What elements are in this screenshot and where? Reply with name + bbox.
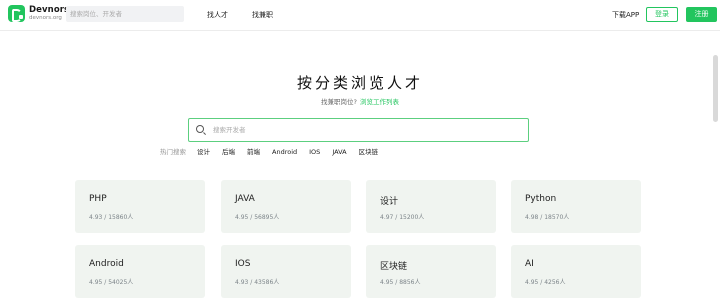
hot-tag-ios[interactable]: IOS [309,147,320,157]
category-rating: 4.98 [525,214,539,221]
category-rating: 4.95 [525,279,539,286]
hot-tag-frontend[interactable]: 前端 [247,147,260,157]
category-rating: 4.93 [89,214,103,221]
category-name: 区块链 [380,262,408,272]
category-name: 设计 [380,197,399,207]
register-button[interactable]: 注册 [686,7,717,22]
category-card-python[interactable]: Python 4.98 / 18570人 [511,180,641,233]
category-name: Python [525,194,557,204]
category-name: JAVA [235,194,255,204]
hot-tag-backend[interactable]: 后端 [222,147,235,157]
category-card-android[interactable]: Android 4.95 / 54025人 [75,245,205,298]
category-card-php[interactable]: PHP 4.93 / 15860人 [75,180,205,233]
hot-searches: 热门搜索 设计 后端 前端 Android IOS JAVA 区块链 [160,147,390,157]
page: Devnors devnors.org 搜索岗位、开发者 找人才 找兼职 下载A… [0,0,720,304]
header: Devnors devnors.org 搜索岗位、开发者 找人才 找兼职 下载A… [0,0,720,30]
category-name: IOS [235,259,251,269]
category-card-design[interactable]: 设计 4.97 / 15200人 [366,180,496,233]
hot-tag-design[interactable]: 设计 [197,147,210,157]
category-card-ios[interactable]: IOS 4.93 / 43586人 [221,245,351,298]
category-count: 15860人 [108,214,134,221]
hero-subtitle-text: 找兼职岗位? [321,98,357,106]
logo-domain: devnors.org [29,14,62,21]
category-meta: 4.93 / 15860人 [89,214,134,221]
nav-find-talent[interactable]: 找人才 [207,9,228,21]
category-rating: 4.95 [89,279,103,286]
category-meta: 4.98 / 18570人 [525,214,570,221]
category-meta: 4.97 / 15200人 [380,214,425,221]
logo-name: Devnors [29,5,70,15]
category-name: Android [89,259,124,269]
category-count: 43586人 [254,279,280,286]
category-card-blockchain[interactable]: 区块链 4.95 / 8856人 [366,245,496,298]
category-meta: 4.95 / 56895人 [235,214,280,221]
hot-search-label: 热门搜索 [160,148,186,156]
search-placeholder: 搜索开发者 [213,126,246,134]
category-rating: 4.97 [380,214,394,221]
category-count: 18570人 [544,214,570,221]
header-divider [0,30,720,31]
category-count: 56895人 [254,214,280,221]
hot-tag-android[interactable]: Android [272,147,297,157]
category-name: PHP [89,194,107,204]
page-title: 按分类浏览人才 [296,74,423,92]
category-count: 4256人 [544,279,566,286]
login-button[interactable]: 登录 [646,7,678,22]
category-card-java[interactable]: JAVA 4.95 / 56895人 [221,180,351,233]
category-name: AI [525,259,534,269]
logo[interactable]: Devnors devnors.org [8,5,69,22]
category-rating: 4.95 [235,214,249,221]
search-icon [196,125,204,133]
category-meta: 4.95 / 54025人 [89,279,134,286]
category-count: 54025人 [108,279,134,286]
category-count: 8856人 [399,279,421,286]
hero-subtitle: 找兼职岗位? 浏览工作列表 [0,96,720,106]
category-meta: 4.95 / 8856人 [380,279,421,286]
logo-icon [8,5,25,22]
browse-jobs-link[interactable]: 浏览工作列表 [360,98,399,106]
header-search-input[interactable]: 搜索岗位、开发者 [66,6,184,22]
category-rating: 4.93 [235,279,249,286]
download-app-link[interactable]: 下载APP [612,9,639,21]
hot-tag-blockchain[interactable]: 区块链 [359,147,379,157]
category-meta: 4.93 / 43586人 [235,279,280,286]
hot-tag-java[interactable]: JAVA [332,147,346,157]
developer-search-input[interactable]: 搜索开发者 [188,118,529,142]
nav-find-parttime[interactable]: 找兼职 [252,9,273,21]
category-meta: 4.95 / 4256人 [525,279,566,286]
category-count: 15200人 [399,214,425,221]
category-card-ai[interactable]: AI 4.95 / 4256人 [511,245,641,298]
category-rating: 4.95 [380,279,394,286]
